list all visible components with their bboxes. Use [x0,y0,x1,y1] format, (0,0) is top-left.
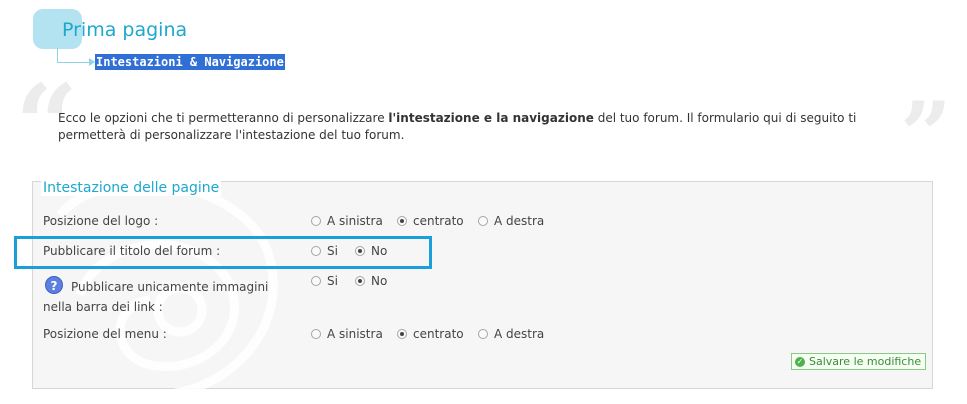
save-button-label: Salvare le modifiche [809,355,922,368]
radio-icon[interactable] [478,329,488,339]
highlight-box [14,236,432,269]
page-title: Prima pagina [62,19,188,41]
link-bar-yes-option[interactable]: Si [311,274,338,288]
option-label: A destra [494,214,545,228]
radio-icon[interactable] [311,329,321,339]
check-icon: ✓ [795,356,805,367]
intro-text: Ecco le opzioni che ti permetteranno di … [58,110,918,144]
link-bar-images-label: Pubblicare unicamente immagini nella bar… [43,280,269,314]
option-label: centrato [413,327,464,341]
intro-part1: Ecco le opzioni che ti permetteranno di … [58,111,389,125]
logo-position-label: Posizione del logo : [43,214,159,228]
option-label: centrato [413,214,464,228]
section-legend: Intestazione delle pagine [41,180,222,196]
radio-icon[interactable] [478,216,488,226]
menu-right-option[interactable]: A destra [478,327,544,341]
breadcrumb[interactable]: Intestazioni & Navigazione [95,54,285,70]
menu-center-option[interactable]: centrato [397,327,464,341]
menu-left-option[interactable]: A sinistra [311,327,383,341]
save-button[interactable]: ✓ Salvare le modifiche [791,353,927,370]
logo-right-option[interactable]: A destra [478,214,544,228]
option-label: A sinistra [327,327,383,341]
radio-icon[interactable] [311,276,321,286]
menu-position-label: Posizione del menu : [43,327,167,341]
radio-icon[interactable] [311,216,321,226]
logo-left-option[interactable]: A sinistra [311,214,383,228]
intro-bold: l'intestazione e la navigazione [388,111,594,125]
radio-selected-icon[interactable] [397,216,407,226]
radio-selected-icon[interactable] [355,276,365,286]
option-label: A destra [494,327,545,341]
radio-selected-icon[interactable] [397,329,407,339]
link-bar-no-option[interactable]: No [355,274,387,288]
option-label: A sinistra [327,214,383,228]
option-label: Si [327,274,338,288]
logo-center-option[interactable]: centrato [397,214,464,228]
option-label: No [371,274,388,288]
